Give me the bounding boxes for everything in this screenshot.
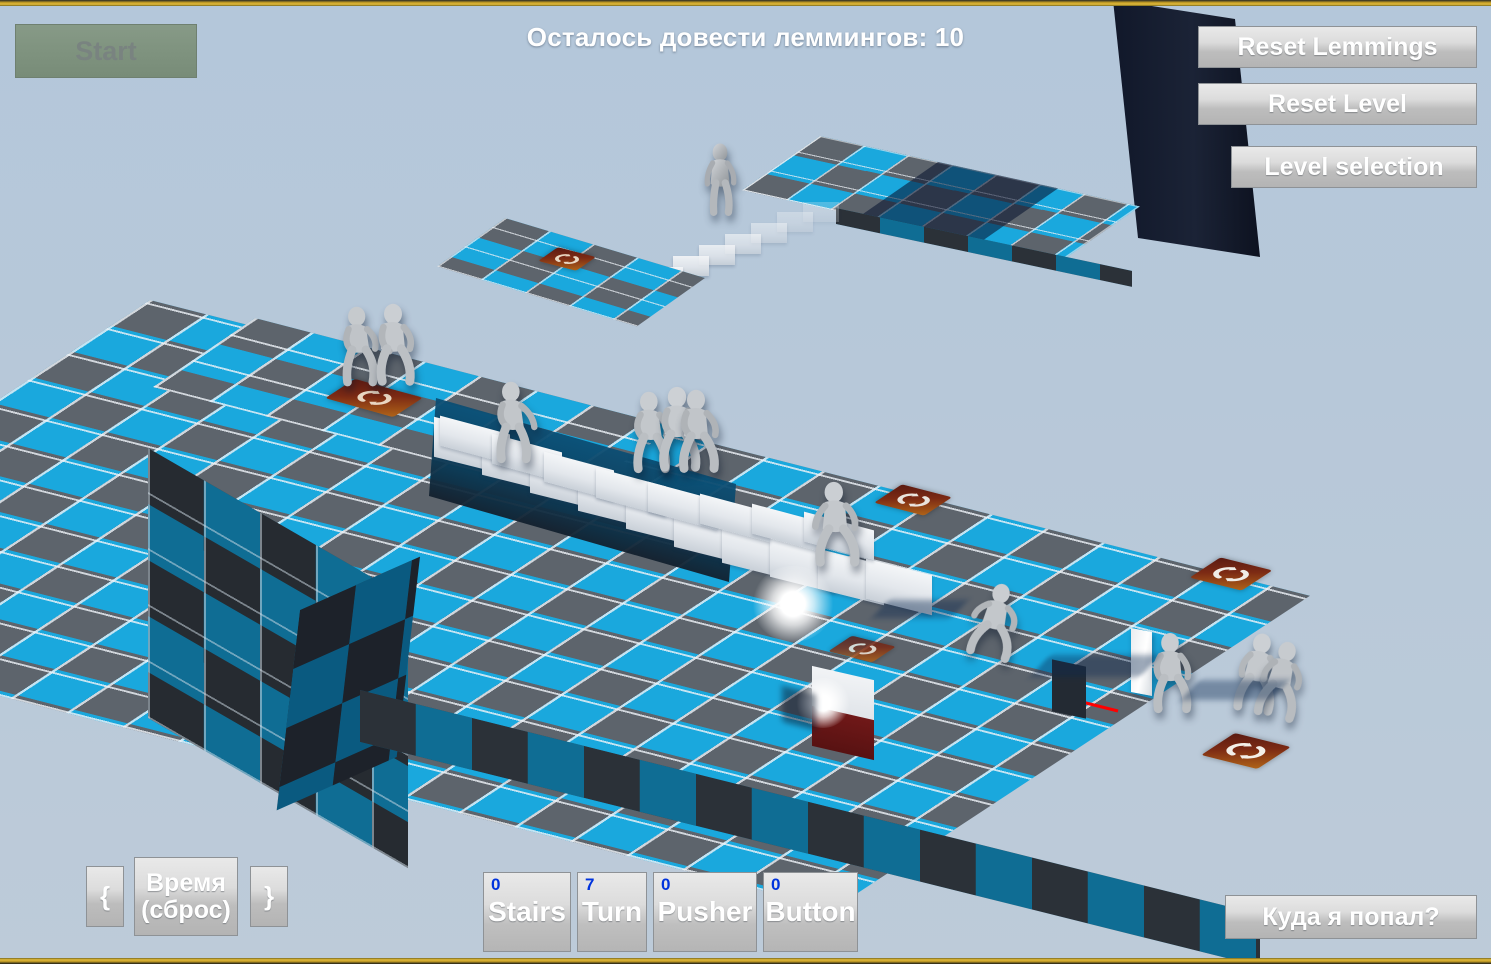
next-time-button[interactable]: } [250, 866, 288, 927]
previous-time-button[interactable]: { [86, 866, 124, 927]
reset-lemmings-button[interactable]: Reset Lemmings [1198, 26, 1477, 68]
level-selection-button[interactable]: Level selection [1231, 146, 1477, 188]
ability-button-turn[interactable]: 7 Turn [577, 872, 647, 952]
ability-button-stairs[interactable]: 0 Stairs [483, 872, 571, 952]
ability-count-pusher: 0 [661, 875, 671, 894]
ability-button-button[interactable]: 0 Button [763, 872, 858, 952]
ability-count-turn: 7 [585, 875, 595, 894]
time-reset-label-line1: Время [146, 869, 226, 898]
ability-label-stairs: Stairs [488, 896, 566, 927]
bottom-frame-bar [0, 958, 1491, 964]
start-button[interactable]: Start [15, 24, 197, 78]
game-window: Start Осталось довести леммингов: 10 Res… [0, 0, 1491, 964]
top-frame-bar [0, 0, 1491, 6]
ability-label-pusher: Pusher [657, 896, 753, 927]
ability-button-pusher[interactable]: 0 Pusher [653, 872, 757, 952]
ability-count-button: 0 [771, 875, 781, 894]
time-reset-button[interactable]: Время (сброс) [134, 857, 238, 936]
where-am-i-button[interactable]: Куда я попал? [1225, 895, 1477, 939]
time-reset-label-line2: (сброс) [141, 895, 231, 924]
reset-level-button[interactable]: Reset Level [1198, 83, 1477, 125]
ability-label-button: Button [765, 896, 856, 927]
ability-label-turn: Turn [581, 896, 643, 927]
ability-count-stairs: 0 [491, 875, 501, 894]
hud-overlay: Start Осталось довести леммингов: 10 Res… [0, 0, 1491, 964]
